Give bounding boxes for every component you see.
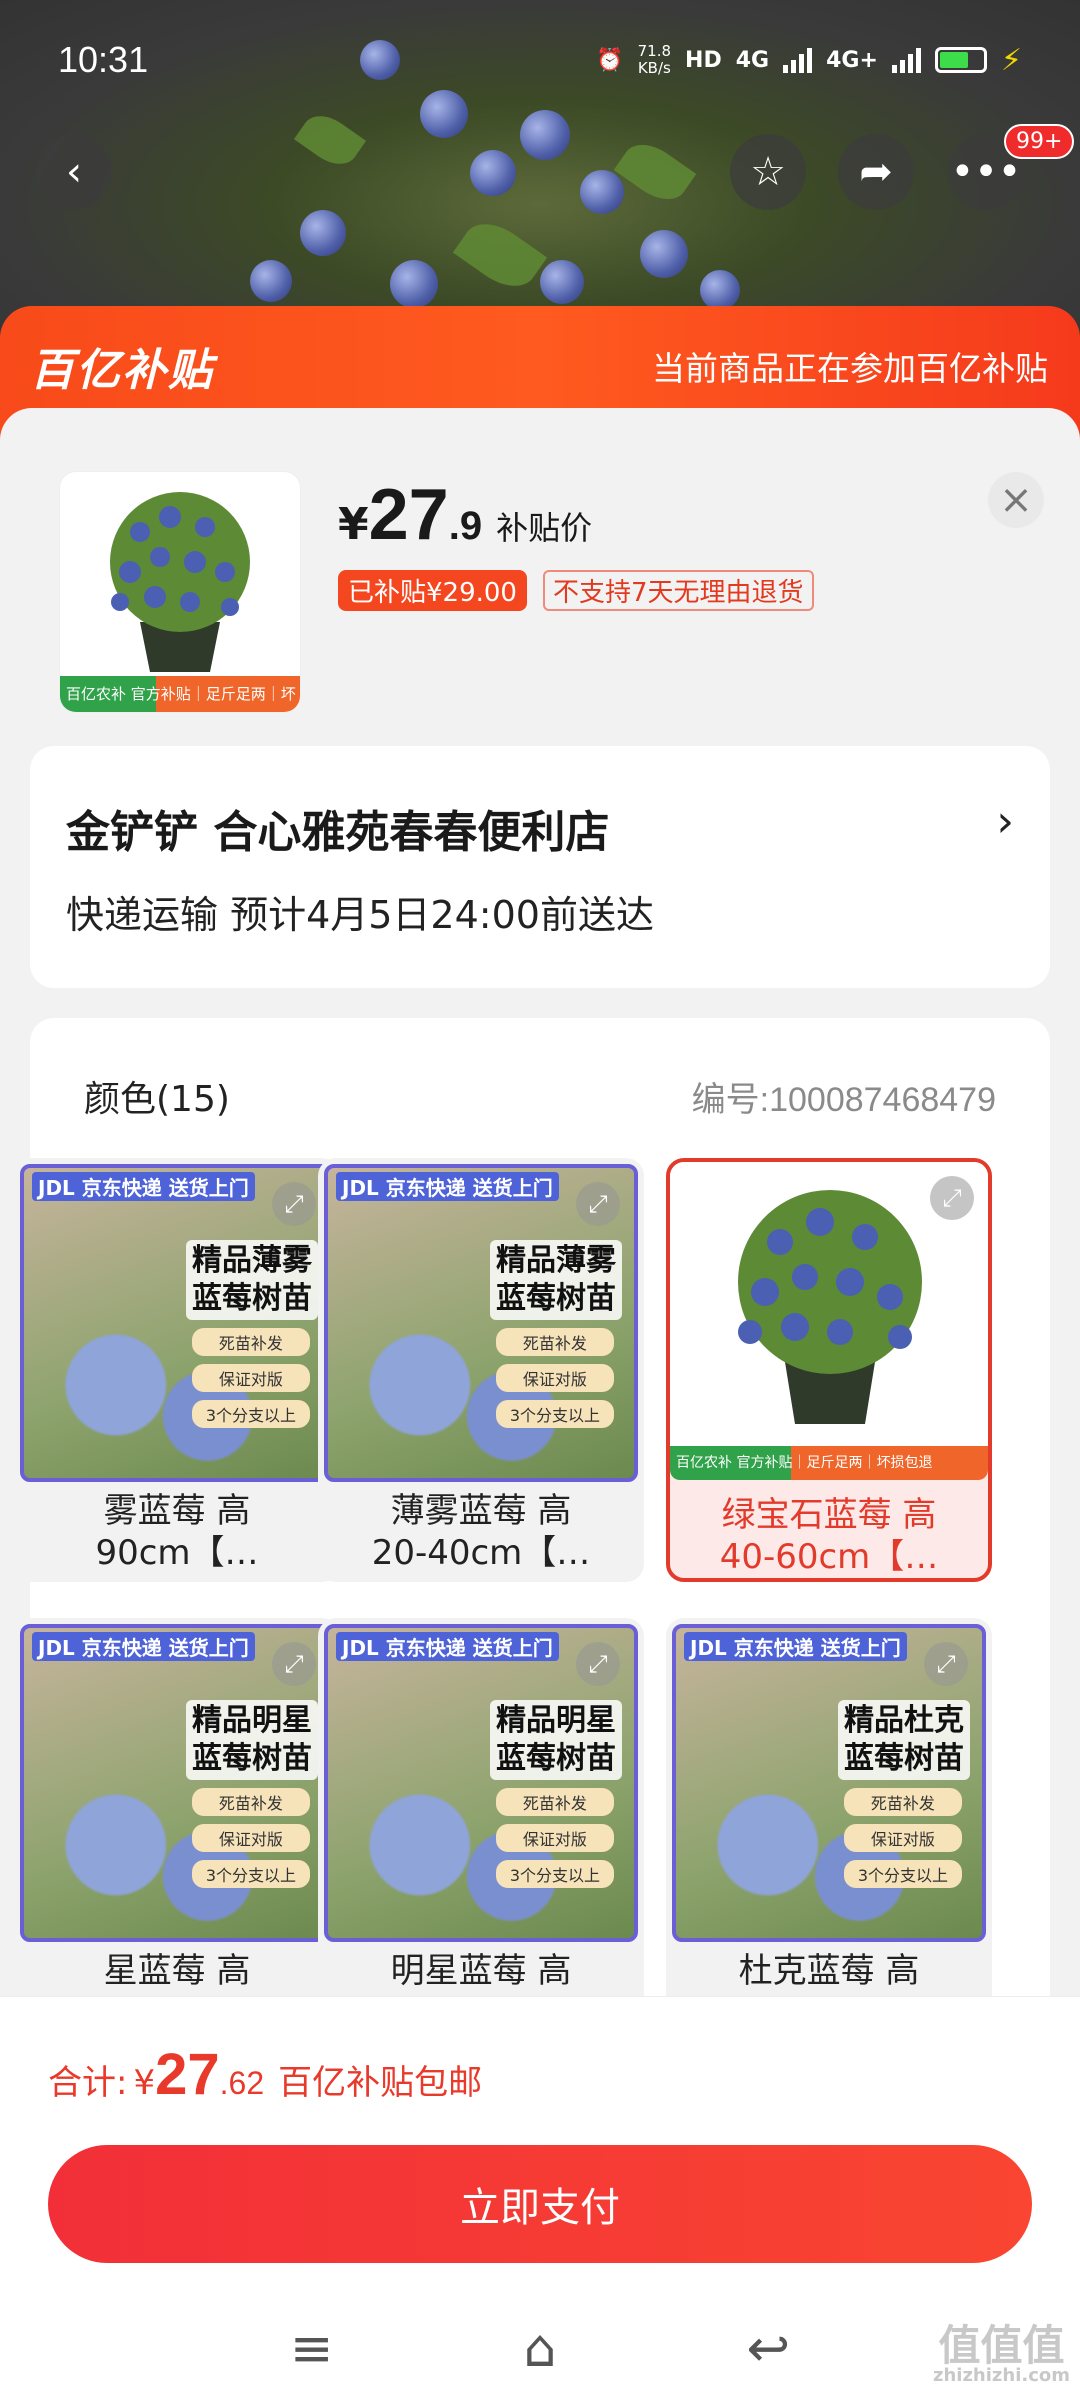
expand-icon[interactable]: ⤢ <box>930 1176 974 1220</box>
signal-icon <box>891 47 921 73</box>
notification-badge: 99+ <box>1004 124 1075 159</box>
variant-caption: 雾蓝莓 高 90cm【… <box>95 1491 259 1573</box>
network-type-1: 4G <box>735 47 770 73</box>
charging-icon: ⚡ <box>1000 42 1022 78</box>
status-time: 10:31 <box>58 39 149 80</box>
close-button[interactable]: × <box>988 472 1044 528</box>
expand-icon[interactable]: ⤢ <box>272 1642 316 1686</box>
subsidy-strip: 百亿农补 官方补贴｜足斤足两｜坏损包退 <box>60 676 300 712</box>
variant-tile[interactable]: JDL 京东快递 送货上门 精品薄雾 蓝莓树苗 死苗补发 保证对版 3个分支以上… <box>318 1158 644 1582</box>
variant-image: JDL 京东快递 送货上门 精品明星 蓝莓树苗 死苗补发 保证对版 3个分支以上… <box>324 1624 638 1942</box>
variant-caption: 杜克蓝莓 高 <box>738 1951 920 1991</box>
variant-caption: 薄雾蓝莓 高 20-40cm【… <box>371 1491 591 1573</box>
close-icon: × <box>999 477 1033 523</box>
sku-number: 编号:100087468479 <box>691 1081 996 1119</box>
variant-image: ⤢ 百亿农补 官方补贴｜足斤足两｜坏损包退 <box>670 1162 988 1480</box>
variant-image: JDL 京东快递 送货上门 精品杜克 蓝莓树苗 死苗补发 保证对版 3个分支以上… <box>672 1624 986 1942</box>
variant-image: JDL 京东快递 送货上门 精品明星 蓝莓树苗 死苗补发 保证对版 3个分支以上… <box>20 1624 334 1942</box>
battery-icon <box>934 47 987 73</box>
star-icon: ☆ <box>750 149 786 195</box>
product-thumbnail: 百亿农补 官方补贴｜足斤足两｜坏损包退 <box>60 472 300 712</box>
back-button[interactable]: ‹ <box>36 134 112 210</box>
expand-icon[interactable]: ⤢ <box>576 1182 620 1226</box>
subsidy-amount-tag: 已补贴¥29.00 <box>338 570 527 611</box>
hd-icon: HD <box>685 47 722 73</box>
expand-icon[interactable]: ⤢ <box>924 1642 968 1686</box>
variant-image: JDL 京东快递 送货上门 精品薄雾 蓝莓树苗 死苗补发 保证对版 3个分支以上… <box>20 1164 334 1482</box>
expand-icon[interactable]: ⤢ <box>576 1642 620 1686</box>
order-total: 合计: ¥ 27 .62 百亿补贴包邮 <box>48 2042 483 2107</box>
favorite-button[interactable]: ☆ <box>730 134 806 210</box>
store-name: 金铲铲 合心雅苑春春便利店 <box>66 807 610 858</box>
variant-caption: 绿宝石蓝莓 高 40-60cm【… <box>719 1495 939 1577</box>
variant-tile[interactable]: JDL 京东快递 送货上门 精品薄雾 蓝莓树苗 死苗补发 保证对版 3个分支以上… <box>14 1158 340 1582</box>
variant-caption: 明星蓝莓 高 <box>390 1951 572 1991</box>
color-title: 颜色(15) <box>84 1079 230 1120</box>
variant-tile[interactable]: JDL 京东快递 送货上门 精品明星 蓝莓树苗 死苗补发 保证对版 3个分支以上… <box>318 1618 644 2038</box>
return-policy-tag: 不支持7天无理由退货 <box>542 570 814 611</box>
net-speed: 71.8 KB/s <box>637 42 672 77</box>
expand-icon[interactable]: ⤢ <box>272 1182 316 1226</box>
chevron-left-icon: ‹ <box>66 149 82 195</box>
network-type-2: 4G+ <box>826 47 878 73</box>
pay-now-button[interactable]: 立即支付 <box>48 2145 1032 2263</box>
subsidy-banner-text: 当前商品正在参加百亿补贴 <box>652 349 1048 388</box>
variant-tile[interactable]: JDL 京东快递 送货上门 精品杜克 蓝莓树苗 死苗补发 保证对版 3个分支以上… <box>666 1618 992 2038</box>
subsidy-strip: 百亿农补 官方补贴｜足斤足两｜坏损包退 <box>670 1446 988 1480</box>
store-delivery-card[interactable]: 金铲铲 合心雅苑春春便利店 › 快递运输 预计4月5日24:00前送达 <box>30 746 1050 988</box>
share-icon: ➦ <box>859 149 893 195</box>
variant-caption: 星蓝莓 高 <box>103 1951 251 1991</box>
alarm-icon: ⏰ <box>596 47 624 73</box>
variant-tile[interactable]: JDL 京东快递 送货上门 精品明星 蓝莓树苗 死苗补发 保证对版 3个分支以上… <box>14 1618 340 2038</box>
subsidy-logo: 百亿补贴 <box>30 345 214 396</box>
menu-icon[interactable]: ≡ <box>290 2319 334 2379</box>
system-nav-bar: ≡ ⌂ ↩ <box>0 2297 1080 2400</box>
delivery-estimate: 快递运输 预计4月5日24:00前送达 <box>66 893 654 937</box>
subsidy-price: ¥ 27 .9 补贴价 <box>338 475 593 555</box>
chevron-right-icon: › <box>996 796 1014 847</box>
status-bar: 10:31 ⏰ 71.8 KB/s HD 4G 4G+ ⚡ <box>0 0 1080 120</box>
price-tags: 已补贴¥29.00 不支持7天无理由退货 <box>338 570 814 611</box>
signal-icon <box>783 47 813 73</box>
variant-image: JDL 京东快递 送货上门 精品薄雾 蓝莓树苗 死苗补发 保证对版 3个分支以上… <box>324 1164 638 1482</box>
watermark: 值值值 zhizhizhi.com <box>932 2321 1070 2386</box>
status-icons: ⏰ 71.8 KB/s HD 4G 4G+ ⚡ <box>596 43 1022 78</box>
home-icon[interactable]: ⌂ <box>523 2319 556 2379</box>
checkout-bar: 合计: ¥ 27 .62 百亿补贴包邮 立即支付 ≡ ⌂ ↩ 值值值 zhizh… <box>0 1996 1080 2400</box>
potted-blueberry-image <box>110 492 250 672</box>
variant-tile-selected[interactable]: ⤢ 百亿农补 官方补贴｜足斤足两｜坏损包退 绿宝石蓝莓 高 40-60cm【… <box>666 1158 992 1582</box>
back-nav-icon[interactable]: ↩ <box>747 2319 791 2379</box>
share-button[interactable]: ➦ <box>838 134 914 210</box>
